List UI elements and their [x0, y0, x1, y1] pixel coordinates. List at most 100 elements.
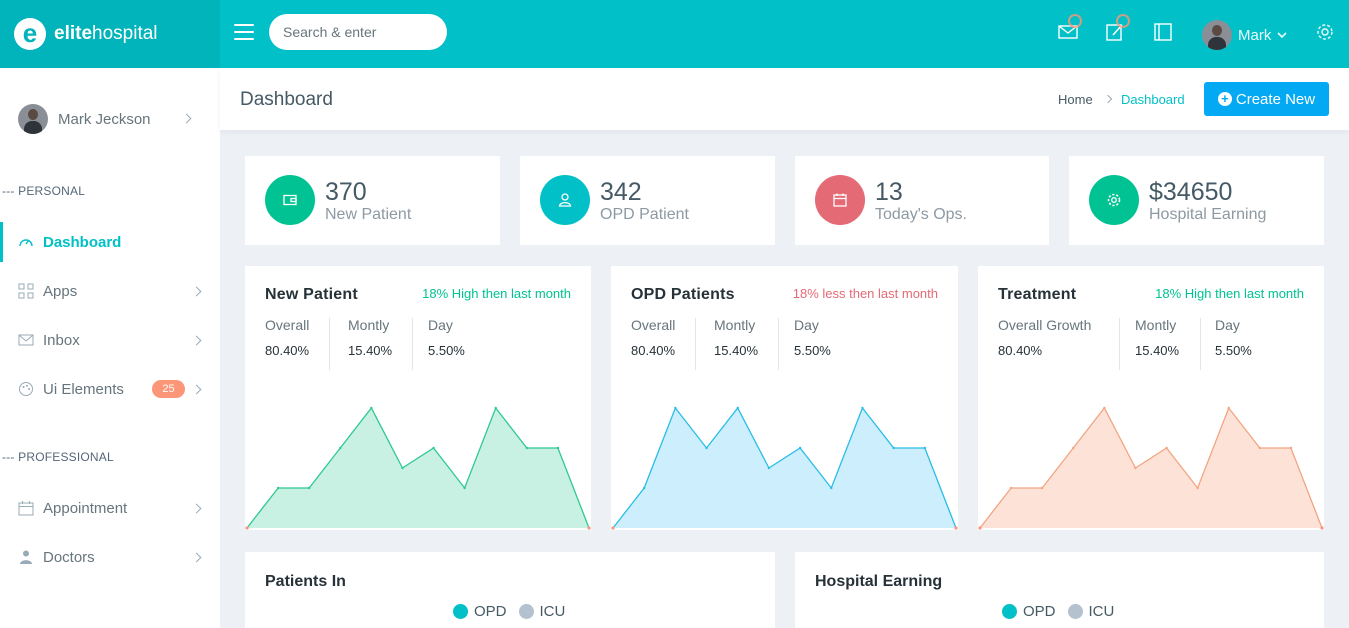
user-menu[interactable]: Mark: [1202, 20, 1288, 50]
stat-monthly: Montly 15.40%: [348, 317, 393, 358]
chart-legend: OPD ICU: [453, 603, 577, 620]
chart-card-treatment: Treatment 18% High then last month Overa…: [978, 266, 1324, 530]
menu-icon[interactable]: [234, 24, 254, 40]
data-point: [432, 446, 435, 450]
stat-label: Hospital Earning: [1149, 206, 1267, 223]
data-point: [736, 406, 739, 410]
brand-name: elitehospital: [54, 23, 158, 44]
notification-dot: [1068, 14, 1082, 28]
chevron-right-icon: [191, 384, 202, 395]
sidebar-item-inbox[interactable]: Inbox: [0, 320, 220, 360]
data-point: [1320, 526, 1324, 530]
data-point: [1040, 486, 1044, 490]
stat-value: $34650: [1149, 178, 1233, 206]
data-point: [1289, 446, 1293, 450]
top-navbar: e elitehospital Mark: [0, 0, 1349, 68]
data-point: [1009, 486, 1013, 490]
create-new-label: Create New: [1235, 90, 1316, 108]
data-point: [245, 526, 249, 530]
chart-card-opd-patients: OPD Patients 18% less then last month Ov…: [611, 266, 958, 530]
stat-label: OPD Patient: [600, 206, 689, 223]
breadcrumb-home[interactable]: Home: [1058, 92, 1093, 107]
doctor-icon: [20, 550, 32, 564]
count-badge: 25: [152, 380, 185, 398]
data-point: [767, 466, 771, 470]
gear-icon[interactable]: [1315, 22, 1335, 42]
data-point: [587, 526, 591, 530]
data-point: [1134, 466, 1137, 470]
data-point: [978, 526, 982, 530]
patients-in-card: Patients In OPD ICU: [245, 552, 775, 628]
data-point: [370, 406, 373, 410]
trend-text: 18% less then last month: [792, 286, 938, 301]
calendar-icon: [815, 175, 865, 225]
trend-text: 18% High then last month: [422, 286, 571, 301]
plus-icon: +: [1217, 92, 1232, 106]
area-chart: [978, 406, 1324, 530]
sidebar-item-apps[interactable]: Apps: [0, 271, 220, 311]
divider: [778, 318, 779, 370]
stat-monthly: Montly 15.40%: [714, 317, 759, 358]
notification-dot: [1116, 14, 1130, 28]
hospital-earning-card: Hospital Earning OPD ICU: [795, 552, 1324, 628]
sidebar-item-doctors[interactable]: Doctors: [0, 537, 220, 577]
sidebar: Mark Jeckson --- PERSONAL Dashboard Apps…: [0, 68, 220, 628]
stat-card-new-patient: 370 New Patient: [245, 156, 500, 245]
legend-item-opd: OPD: [1002, 603, 1056, 620]
sidebar-item-label: Apps: [43, 282, 78, 300]
sidebar-item-ui-elements[interactable]: Ui Elements 25: [0, 369, 220, 409]
user-name: Mark: [1238, 26, 1272, 44]
stat-value: 13: [875, 178, 903, 206]
stat-monthly: Montly 15.40%: [1135, 317, 1180, 358]
data-point: [401, 466, 404, 470]
series-area: [247, 408, 589, 528]
data-point: [861, 406, 864, 410]
data-point: [830, 486, 833, 490]
divider: [1119, 318, 1120, 370]
stat-card-hospital-earning: $34650 Hospital Earning: [1069, 156, 1324, 245]
data-point: [556, 446, 560, 450]
stat-day: Day 5.50%: [428, 317, 465, 358]
data-point: [892, 446, 895, 450]
data-point: [798, 446, 802, 450]
data-point: [276, 486, 280, 490]
card-title: New Patient: [265, 286, 358, 303]
series-area: [980, 408, 1322, 528]
section-caption-professional: --- PROFESSIONAL: [2, 450, 114, 464]
stat-day: Day 5.50%: [1215, 317, 1252, 358]
chevron-right-icon: [181, 113, 192, 124]
stat-card-todays-ops: 13 Today's Ops.: [795, 156, 1049, 245]
chevron-down-icon: [1277, 32, 1287, 39]
chevron-right-icon: [191, 552, 202, 563]
gauge-icon: [19, 239, 33, 247]
chevron-right-icon: [191, 503, 202, 514]
data-point: [307, 486, 311, 490]
data-point: [1103, 406, 1106, 410]
palette-icon: [19, 382, 33, 396]
legend-item-icu: ICU: [1067, 603, 1114, 620]
sidebar-user[interactable]: Mark Jeckson: [18, 104, 208, 134]
data-point: [954, 526, 958, 530]
legend-item-opd: OPD: [453, 603, 507, 620]
data-point: [494, 406, 497, 410]
mail-icon: [18, 334, 34, 346]
sidebar-item-label: Appointment: [43, 499, 128, 517]
stat-overall: Overall 80.40%: [265, 317, 310, 358]
divider: [695, 318, 696, 370]
divider: [412, 318, 413, 370]
sidebar-item-appointment[interactable]: Appointment: [0, 488, 220, 528]
data-point: [705, 446, 708, 450]
stat-overall: Overall Growth 80.40%: [998, 317, 1092, 358]
stat-label: Today's Ops.: [875, 206, 967, 223]
data-point: [1227, 406, 1230, 410]
brand-logo[interactable]: e elitehospital: [0, 0, 220, 68]
sidebar-item-dashboard[interactable]: Dashboard: [0, 222, 220, 262]
trend-text: 18% High then last month: [1155, 286, 1304, 301]
stat-value: 370: [325, 178, 367, 206]
data-point: [1258, 446, 1262, 450]
page-title: Dashboard: [240, 89, 333, 110]
chevron-right-icon: [191, 335, 202, 346]
search-input[interactable]: [269, 14, 447, 50]
create-new-button[interactable]: + Create New: [1204, 82, 1329, 116]
book-icon[interactable]: [1153, 22, 1173, 42]
